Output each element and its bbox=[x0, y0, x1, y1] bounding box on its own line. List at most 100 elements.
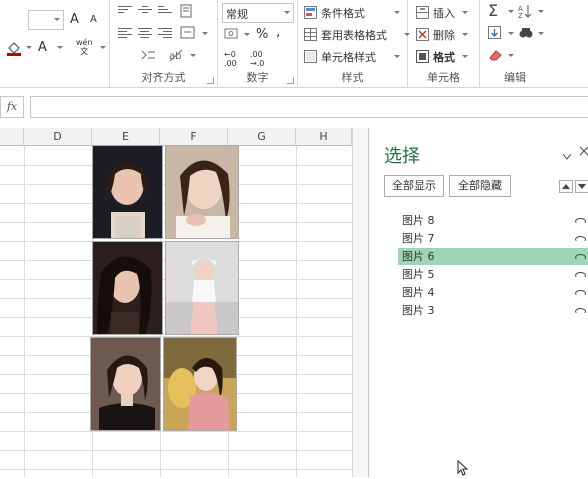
format-button[interactable]: 格式 bbox=[416, 48, 476, 66]
picture-1[interactable] bbox=[92, 145, 163, 239]
insert-cells-icon bbox=[416, 6, 429, 19]
vertical-scrollbar[interactable] bbox=[352, 128, 368, 477]
comma-style-button[interactable]: , bbox=[276, 24, 280, 40]
bring-forward-button[interactable] bbox=[559, 180, 573, 193]
number-format-combo[interactable]: 常规 bbox=[222, 3, 294, 23]
align-middle-icon[interactable] bbox=[138, 6, 152, 15]
visibility-eye-icon[interactable] bbox=[575, 236, 586, 242]
visibility-eye-icon[interactable] bbox=[575, 308, 586, 314]
grid-column-line bbox=[296, 146, 297, 477]
selection-item-picture-5[interactable]: 图片 5 bbox=[398, 266, 588, 283]
sort-filter-icon[interactable]: AZ bbox=[518, 4, 534, 20]
clear-eraser-icon[interactable] bbox=[488, 48, 504, 62]
selection-pane: 选择 全部显示 全部隐藏 图片 8 图片 7 图片 6 图片 5 图片 4 图片… bbox=[368, 128, 588, 477]
send-backward-button[interactable] bbox=[575, 180, 588, 193]
cells-group-label: 单元格 bbox=[427, 71, 460, 84]
align-right-icon[interactable] bbox=[158, 28, 172, 40]
visibility-eye-icon[interactable] bbox=[575, 290, 586, 296]
font-size-combo[interactable] bbox=[28, 10, 64, 30]
show-all-button[interactable]: 全部显示 bbox=[384, 175, 444, 197]
close-icon[interactable] bbox=[579, 146, 588, 156]
number-launcher[interactable] bbox=[287, 77, 294, 84]
orientation-icon[interactable] bbox=[180, 4, 194, 18]
row-header-corner bbox=[0, 128, 24, 146]
selection-item-picture-6[interactable]: 图片 6 bbox=[398, 248, 588, 265]
phonetic-guide-button[interactable]: wén 文 bbox=[76, 38, 93, 56]
find-select-icon[interactable] bbox=[518, 26, 534, 40]
format-label: 格式 bbox=[433, 51, 455, 64]
picture-6[interactable] bbox=[163, 337, 237, 431]
formula-bar: fx bbox=[0, 96, 588, 118]
picture-5[interactable] bbox=[90, 337, 161, 431]
formula-input[interactable] bbox=[30, 96, 588, 118]
column-header-h[interactable]: H bbox=[296, 128, 352, 146]
insert-label: 插入 bbox=[433, 7, 455, 20]
table-format-icon bbox=[304, 28, 317, 41]
decrease-decimal-button[interactable]: .00 →.0 bbox=[250, 50, 264, 68]
delete-cells-icon bbox=[416, 28, 429, 41]
picture-2[interactable] bbox=[165, 145, 239, 239]
format-cells-icon bbox=[416, 50, 429, 63]
visibility-eye-icon[interactable] bbox=[575, 272, 586, 278]
indent-icon[interactable] bbox=[140, 48, 156, 62]
picture-4[interactable] bbox=[165, 241, 239, 335]
editing-group: Σ AZ 编辑 bbox=[480, 0, 550, 88]
alignment-group-label: 对齐方式 bbox=[141, 71, 186, 84]
insert-function-button[interactable]: fx bbox=[0, 96, 24, 118]
visibility-eye-icon[interactable] bbox=[575, 254, 586, 260]
ribbon: A A A wén文 ab 对齐方式 bbox=[0, 0, 588, 88]
format-as-table-label: 套用表格格式 bbox=[321, 29, 387, 42]
cell-styles-label: 单元格样式 bbox=[321, 51, 376, 64]
align-center-icon[interactable] bbox=[138, 28, 152, 40]
cell-styles-icon bbox=[304, 50, 317, 63]
number-group-label: 数字 bbox=[246, 71, 269, 84]
visibility-eye-icon[interactable] bbox=[575, 218, 586, 224]
align-bottom-icon[interactable] bbox=[158, 6, 172, 15]
accounting-format-icon[interactable] bbox=[224, 27, 240, 41]
pane-options-chevron-icon[interactable] bbox=[562, 150, 572, 160]
conditional-format-label: 条件格式 bbox=[321, 7, 365, 20]
selection-item-picture-4[interactable]: 图片 4 bbox=[398, 284, 588, 301]
font-color-button[interactable]: A bbox=[38, 40, 47, 55]
percent-button[interactable]: % bbox=[256, 27, 268, 42]
grid-row-line bbox=[0, 450, 352, 451]
selection-item-picture-8[interactable]: 图片 8 bbox=[398, 212, 588, 229]
column-header-d[interactable]: D bbox=[24, 128, 92, 146]
font-group: A A A wén 文 bbox=[0, 0, 110, 88]
alignment-launcher[interactable] bbox=[207, 77, 214, 84]
delete-button[interactable]: 删除 bbox=[416, 26, 476, 44]
align-top-icon[interactable] bbox=[118, 6, 132, 15]
increase-decimal-button[interactable]: ←0.00 bbox=[224, 50, 237, 68]
worksheet-grid[interactable]: D E F G H bbox=[0, 128, 368, 477]
delete-label: 删除 bbox=[433, 29, 455, 42]
grid-row-line bbox=[0, 431, 352, 432]
selection-item-picture-3[interactable]: 图片 3 bbox=[398, 302, 588, 319]
grow-font-button[interactable]: A bbox=[70, 12, 79, 27]
hide-all-button[interactable]: 全部隐藏 bbox=[449, 175, 511, 197]
format-as-table-button[interactable]: 套用表格格式 bbox=[304, 26, 410, 44]
merge-center-icon[interactable] bbox=[180, 26, 196, 40]
selection-item-picture-7[interactable]: 图片 7 bbox=[398, 230, 588, 247]
fill-icon[interactable] bbox=[488, 26, 502, 40]
align-left-icon[interactable] bbox=[118, 28, 132, 40]
cell-styles-button[interactable]: 单元格样式 bbox=[304, 48, 408, 66]
conditional-format-icon bbox=[304, 6, 317, 19]
picture-3[interactable] bbox=[92, 241, 163, 335]
cells-group: 插入 删除 格式 单元格 bbox=[408, 0, 480, 88]
column-header-e[interactable]: E bbox=[92, 128, 160, 146]
alignment-group: ab 对齐方式 bbox=[110, 0, 218, 88]
orientation-text-icon[interactable]: ab bbox=[168, 48, 184, 62]
grid-row-line bbox=[0, 469, 352, 470]
autosum-icon[interactable]: Σ bbox=[488, 1, 498, 20]
svg-text:Z: Z bbox=[518, 12, 523, 18]
mouse-cursor-icon bbox=[457, 459, 469, 476]
column-header-f[interactable]: F bbox=[160, 128, 228, 146]
editing-group-label: 编辑 bbox=[504, 71, 526, 84]
insert-button[interactable]: 插入 bbox=[416, 4, 476, 22]
grid-column-line bbox=[24, 146, 25, 477]
conditional-format-button[interactable]: 条件格式 bbox=[304, 4, 408, 22]
column-header-g[interactable]: G bbox=[228, 128, 296, 146]
fill-color-icon[interactable] bbox=[6, 40, 21, 56]
pane-title: 选择 bbox=[384, 146, 420, 167]
shrink-font-button[interactable]: A bbox=[90, 14, 97, 25]
